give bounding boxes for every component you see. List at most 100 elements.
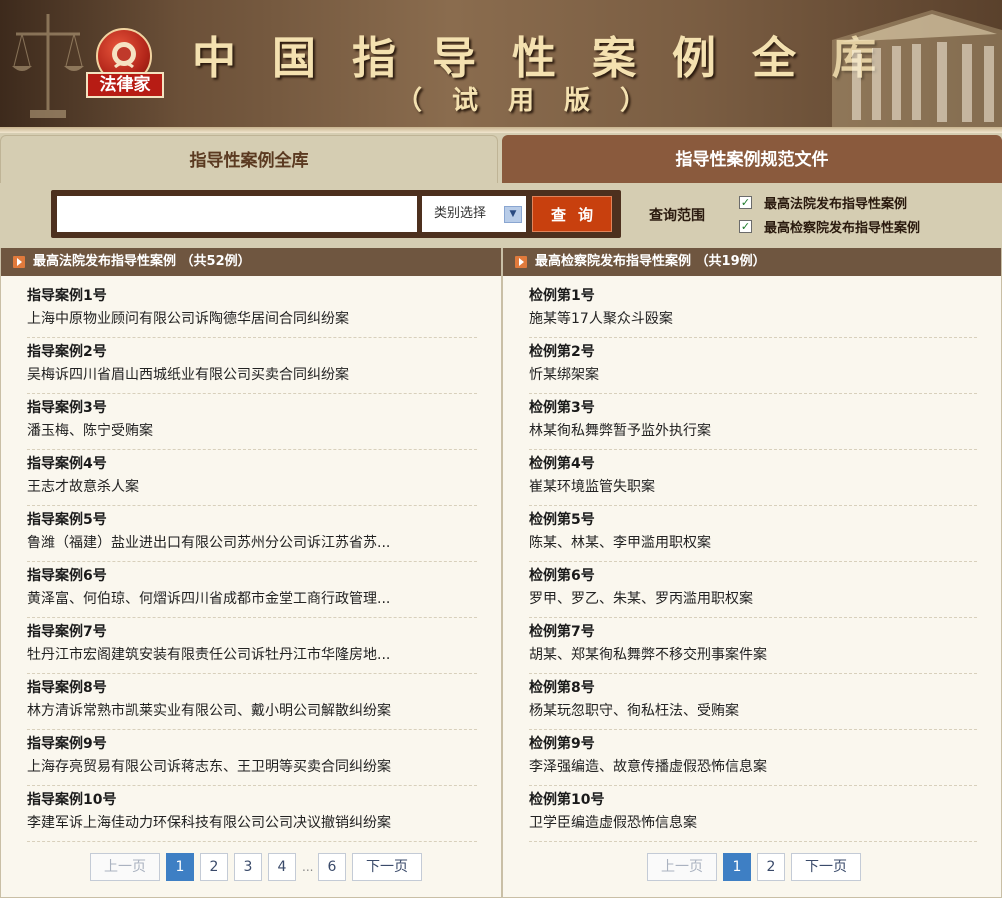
- case-number[interactable]: 指导案例6号: [27, 565, 477, 587]
- case-number[interactable]: 指导案例10号: [27, 789, 477, 811]
- falvjia-logo: 法律家: [86, 28, 166, 100]
- page-button-1[interactable]: 1: [723, 853, 751, 881]
- list-item[interactable]: 指导案例4号 王志才故意杀人案: [27, 450, 477, 506]
- case-number[interactable]: 检例第6号: [529, 565, 977, 587]
- case-title[interactable]: 上海中原物业顾问有限公司诉陶德华居间合同纠纷案: [27, 307, 467, 331]
- case-number[interactable]: 检例第10号: [529, 789, 977, 811]
- scope-court-checkbox[interactable]: ✓: [739, 196, 752, 209]
- case-title[interactable]: 潘玉梅、陈宁受贿案: [27, 419, 467, 443]
- case-title[interactable]: 林某徇私舞弊暂予监外执行案: [529, 419, 969, 443]
- court-cases-header: 最高法院发布指导性案例 （共52例）: [1, 248, 501, 276]
- list-item[interactable]: 指导案例9号 上海存亮贸易有限公司诉蒋志东、王卫明等买卖合同纠纷案: [27, 730, 477, 786]
- arrow-bullet-icon: [515, 256, 527, 268]
- list-item[interactable]: 检例第9号 李泽强编造、故意传播虚假恐怖信息案: [529, 730, 977, 786]
- page-button-2[interactable]: 2: [200, 853, 228, 881]
- list-item[interactable]: 检例第4号 崔某环境监管失职案: [529, 450, 977, 506]
- list-item[interactable]: 检例第5号 陈某、林某、李甲滥用职权案: [529, 506, 977, 562]
- list-item[interactable]: 检例第7号 胡某、郑某徇私舞弊不移交刑事案件案: [529, 618, 977, 674]
- case-title[interactable]: 鲁潍（福建）盐业进出口有限公司苏州分公司诉江苏省苏...: [27, 531, 467, 555]
- scope-procuratorate-label: 最高检察院发布指导性案例: [764, 221, 921, 236]
- case-number[interactable]: 指导案例7号: [27, 621, 477, 643]
- scope-court-label: 最高法院发布指导性案例: [764, 197, 908, 212]
- case-number[interactable]: 指导案例3号: [27, 397, 477, 419]
- case-number[interactable]: 检例第2号: [529, 341, 977, 363]
- case-number[interactable]: 指导案例2号: [27, 341, 477, 363]
- case-title[interactable]: 李建军诉上海佳动力环保科技有限公司公司决议撤销纠纷案: [27, 811, 467, 835]
- case-number[interactable]: 指导案例4号: [27, 453, 477, 475]
- query-button[interactable]: 查询: [532, 196, 612, 232]
- list-item[interactable]: 指导案例10号 李建军诉上海佳动力环保科技有限公司公司决议撤销纠纷案: [27, 786, 477, 842]
- tab-normative-documents[interactable]: 指导性案例规范文件: [502, 135, 1002, 183]
- next-page-button[interactable]: 下一页: [791, 853, 861, 881]
- case-number[interactable]: 指导案例9号: [27, 733, 477, 755]
- case-number[interactable]: 检例第1号: [529, 285, 977, 307]
- chevron-down-icon[interactable]: ▼: [504, 206, 522, 223]
- page-button-last[interactable]: 6: [318, 853, 346, 881]
- search-input[interactable]: [57, 196, 417, 232]
- case-number[interactable]: 指导案例8号: [27, 677, 477, 699]
- court-pagination: 上一页 1 2 3 4 ... 6 下一页: [90, 853, 422, 881]
- case-number[interactable]: 检例第7号: [529, 621, 977, 643]
- case-title[interactable]: 施某等17人聚众斗殴案: [529, 307, 969, 331]
- procuratorate-cases-panel: 最高检察院发布指导性案例 （共19例） 检例第1号 施某等17人聚众斗殴案 检例第…: [502, 248, 1002, 898]
- scope-court-option[interactable]: ✓ 最高法院发布指导性案例: [739, 193, 907, 212]
- list-item[interactable]: 检例第10号 卫学臣编造虚假恐怖信息案: [529, 786, 977, 842]
- arrow-bullet-icon: [13, 256, 25, 268]
- prev-page-button[interactable]: 上一页: [647, 853, 717, 881]
- scope-procuratorate-checkbox[interactable]: ✓: [739, 220, 752, 233]
- search-row: 类别选择 ▼ 查询 查询范围 ✓ 最高法院发布指导性案例 ✓ 最高检察院发布指导…: [0, 183, 1002, 248]
- list-item[interactable]: 指导案例3号 潘玉梅、陈宁受贿案: [27, 394, 477, 450]
- list-item[interactable]: 指导案例6号 黄泽富、何伯琼、何熠诉四川省成都市金堂工商行政管理...: [27, 562, 477, 618]
- case-title[interactable]: 林方清诉常熟市凯莱实业有限公司、戴小明公司解散纠纷案: [27, 699, 467, 723]
- logo-text: 法律家: [86, 72, 164, 98]
- case-title[interactable]: 吴梅诉四川省眉山西城纸业有限公司买卖合同纠纷案: [27, 363, 467, 387]
- case-number[interactable]: 检例第3号: [529, 397, 977, 419]
- case-title[interactable]: 忻某绑架案: [529, 363, 969, 387]
- page-button-4[interactable]: 4: [268, 853, 296, 881]
- list-item[interactable]: 指导案例2号 吴梅诉四川省眉山西城纸业有限公司买卖合同纠纷案: [27, 338, 477, 394]
- case-number[interactable]: 检例第4号: [529, 453, 977, 475]
- list-item[interactable]: 检例第1号 施某等17人聚众斗殴案: [529, 282, 977, 338]
- list-item[interactable]: 指导案例8号 林方清诉常熟市凯莱实业有限公司、戴小明公司解散纠纷案: [27, 674, 477, 730]
- court-building-icon: [832, 10, 1002, 128]
- case-title[interactable]: 王志才故意杀人案: [27, 475, 467, 499]
- tab-case-library[interactable]: 指导性案例全库: [0, 135, 498, 183]
- case-number[interactable]: 指导案例1号: [27, 285, 477, 307]
- court-cases-panel: 最高法院发布指导性案例 （共52例） 指导案例1号 上海中原物业顾问有限公司诉陶德…: [0, 248, 502, 898]
- page-button-1[interactable]: 1: [166, 853, 194, 881]
- case-title[interactable]: 卫学臣编造虚假恐怖信息案: [529, 811, 969, 835]
- procuratorate-cases-title: 最高检察院发布指导性案例 （共19例）: [535, 254, 766, 269]
- scope-procuratorate-option[interactable]: ✓ 最高检察院发布指导性案例: [739, 217, 920, 236]
- case-title[interactable]: 上海存亮贸易有限公司诉蒋志东、王卫明等买卖合同纠纷案: [27, 755, 467, 779]
- case-number[interactable]: 检例第5号: [529, 509, 977, 531]
- case-title[interactable]: 牡丹江市宏阁建筑安装有限责任公司诉牡丹江市华隆房地...: [27, 643, 467, 667]
- case-title[interactable]: 黄泽富、何伯琼、何熠诉四川省成都市金堂工商行政管理...: [27, 587, 467, 611]
- category-select[interactable]: 类别选择 ▼: [422, 196, 526, 232]
- list-item[interactable]: 检例第3号 林某徇私舞弊暂予监外执行案: [529, 394, 977, 450]
- list-item[interactable]: 指导案例7号 牡丹江市宏阁建筑安装有限责任公司诉牡丹江市华隆房地...: [27, 618, 477, 674]
- page-button-2[interactable]: 2: [757, 853, 785, 881]
- header-banner: 法律家 中国指导性案例全库 （试用版）: [0, 0, 1002, 133]
- list-item[interactable]: 指导案例5号 鲁潍（福建）盐业进出口有限公司苏州分公司诉江苏省苏...: [27, 506, 477, 562]
- list-item[interactable]: 检例第6号 罗甲、罗乙、朱某、罗丙滥用职权案: [529, 562, 977, 618]
- site-title: 中国指导性案例全库: [192, 33, 912, 84]
- site-subtitle: （试用版）: [396, 86, 677, 116]
- case-title[interactable]: 李泽强编造、故意传播虚假恐怖信息案: [529, 755, 969, 779]
- tab-search-area: 指导性案例全库 指导性案例规范文件 类别选择 ▼ 查询 查询范围 ✓ 最高法院发…: [0, 133, 1002, 248]
- list-item[interactable]: 检例第2号 忻某绑架案: [529, 338, 977, 394]
- case-title[interactable]: 杨某玩忽职守、徇私枉法、受贿案: [529, 699, 969, 723]
- list-item[interactable]: 检例第8号 杨某玩忽职守、徇私枉法、受贿案: [529, 674, 977, 730]
- page-button-3[interactable]: 3: [234, 853, 262, 881]
- case-number[interactable]: 指导案例5号: [27, 509, 477, 531]
- case-title[interactable]: 崔某环境监管失职案: [529, 475, 969, 499]
- list-item[interactable]: 指导案例1号 上海中原物业顾问有限公司诉陶德华居间合同纠纷案: [27, 282, 477, 338]
- case-number[interactable]: 检例第9号: [529, 733, 977, 755]
- case-title[interactable]: 陈某、林某、李甲滥用职权案: [529, 531, 969, 555]
- prev-page-button[interactable]: 上一页: [90, 853, 160, 881]
- next-page-button[interactable]: 下一页: [352, 853, 422, 881]
- case-title[interactable]: 罗甲、罗乙、朱某、罗丙滥用职权案: [529, 587, 969, 611]
- page-ellipsis: ...: [302, 860, 314, 874]
- case-number[interactable]: 检例第8号: [529, 677, 977, 699]
- court-cases-title: 最高法院发布指导性案例 （共52例）: [33, 254, 251, 269]
- case-title[interactable]: 胡某、郑某徇私舞弊不移交刑事案件案: [529, 643, 969, 667]
